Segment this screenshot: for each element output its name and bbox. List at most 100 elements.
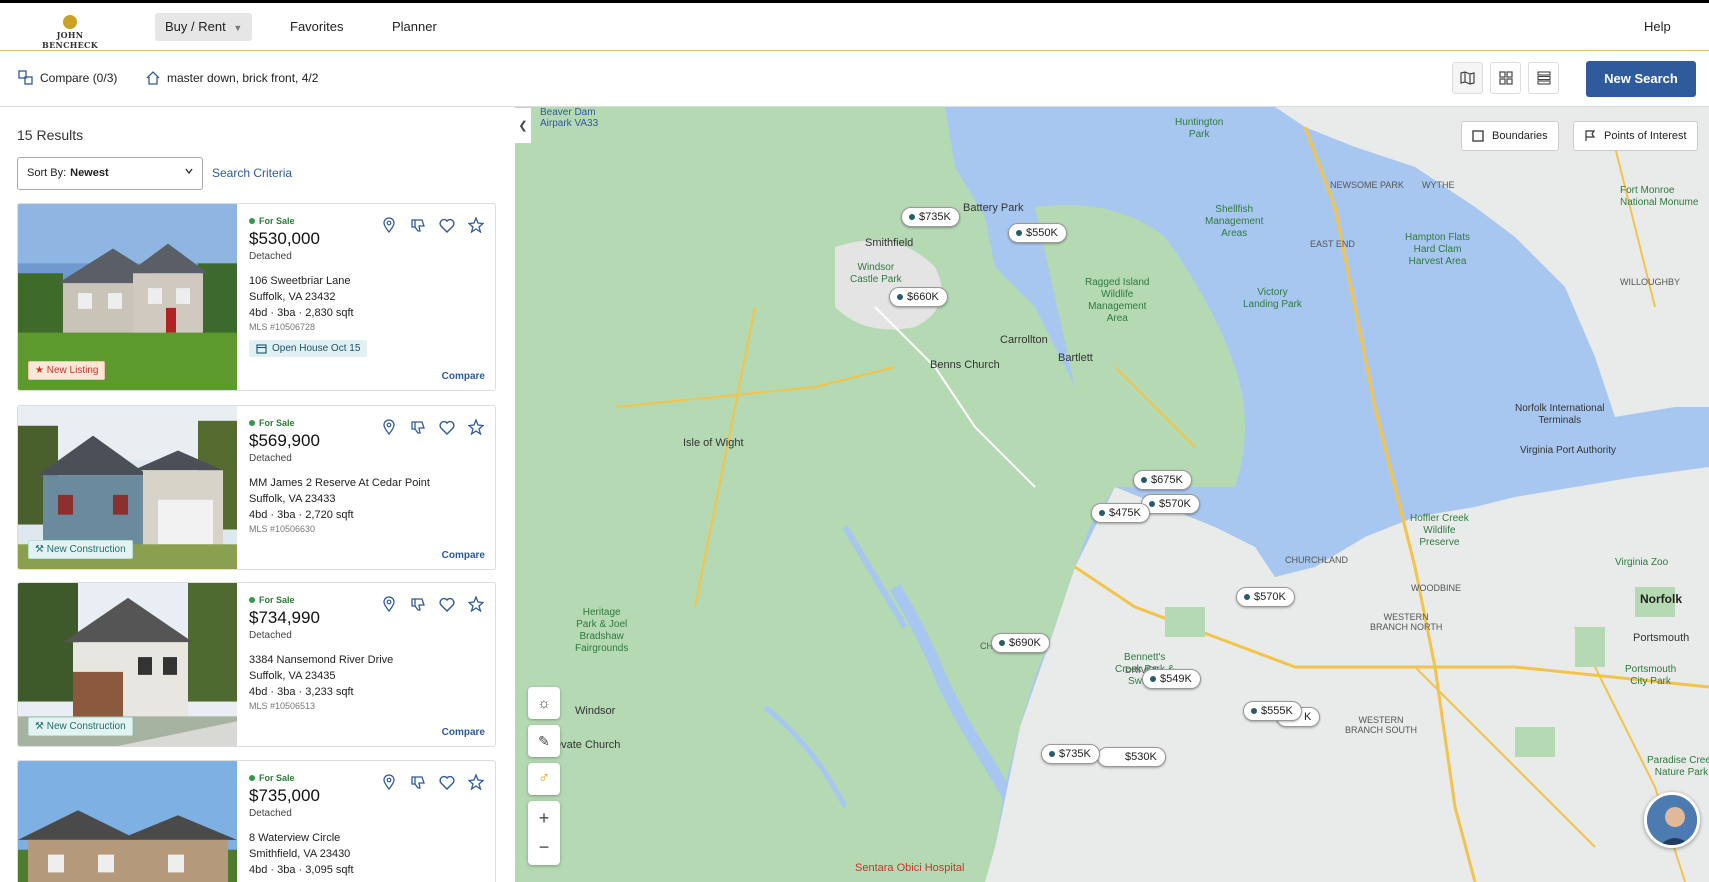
heart-icon[interactable] <box>438 418 456 436</box>
poi-label: Points of Interest <box>1604 130 1687 142</box>
sqft: 2,720 sqft <box>305 509 354 521</box>
status-dot-icon <box>249 775 255 781</box>
search-criteria-link[interactable]: Search Criteria <box>212 166 292 180</box>
listing-card[interactable]: ⚒ New Construction For Sale $734,990 Det… <box>17 582 496 747</box>
street-view-button[interactable]: ♂ <box>528 763 560 795</box>
open-house-badge[interactable]: Open House Oct 15 <box>249 340 368 357</box>
price-pin[interactable]: $735K <box>1041 744 1100 764</box>
price-pin[interactable]: $660K <box>889 287 948 307</box>
pin-price: $555K <box>1261 705 1293 717</box>
pin-dot-icon <box>1141 477 1147 483</box>
boundary-icon <box>1472 130 1484 142</box>
status-label: For Sale <box>259 418 295 428</box>
compare-link[interactable]: Compare <box>442 727 485 738</box>
address-line-2: Suffolk, VA 23433 <box>249 493 336 505</box>
price-pin[interactable]: $735K <box>901 207 960 227</box>
price-pin[interactable]: $475K <box>1091 503 1150 523</box>
thumbs-down-icon[interactable] <box>409 216 427 234</box>
zoom-out-button[interactable]: − <box>539 837 550 858</box>
price-pin[interactable]: $549K <box>1142 669 1201 689</box>
nav-help[interactable]: Help <box>1634 13 1681 41</box>
pin-price: $570K <box>1159 498 1191 510</box>
status-label: For Sale <box>259 216 295 226</box>
place-label: Virginia Port Authority <box>1520 445 1616 456</box>
nav-planner[interactable]: Planner <box>382 13 447 41</box>
hammer-icon: ⚒ <box>35 721 44 732</box>
heart-icon[interactable] <box>438 216 456 234</box>
nav-buy-rent[interactable]: Buy / Rent ▼ <box>155 13 253 41</box>
map-pin-icon[interactable] <box>380 773 398 791</box>
star-icon[interactable] <box>467 418 485 436</box>
new-search-button[interactable]: New Search <box>1586 61 1696 97</box>
zoom-in-button[interactable]: + <box>539 808 550 829</box>
compare-link[interactable]: Compare <box>442 371 485 382</box>
thumbs-down-icon[interactable] <box>409 595 427 613</box>
price-pin[interactable]: $570K <box>1236 587 1295 607</box>
listing-specs: 4bd · 3ba · 2,720 sqft <box>249 509 354 521</box>
results-count: 15 Results <box>17 127 84 143</box>
nav-favorites[interactable]: Favorites <box>280 13 353 41</box>
listing-address: MM James 2 Reserve At Cedar Point Suffolk… <box>249 475 489 507</box>
listing-address: 106 Sweetbriar Lane Suffolk, VA 23432 <box>249 273 489 305</box>
property-type: Detached <box>249 251 292 262</box>
map-panel[interactable]: ❮ Boundaries Points of Interest Smithfie… <box>515 107 1709 882</box>
beds: 4bd <box>249 307 268 319</box>
place-label: Battery Park <box>963 202 1024 214</box>
results-panel: 15 Results Sort By: Newest Search Criteri… <box>0 107 515 882</box>
star-icon[interactable] <box>467 216 485 234</box>
saved-search[interactable]: master down, brick front, 4/2 <box>145 70 318 86</box>
listing-actions <box>380 418 485 436</box>
pin-dot-icon <box>1099 510 1105 516</box>
pin-dot-icon <box>1251 708 1257 714</box>
map-view-button[interactable] <box>1452 62 1483 94</box>
thumbs-down-icon[interactable] <box>409 773 427 791</box>
heart-icon[interactable] <box>438 595 456 613</box>
listing-card[interactable]: ⚒ New Construction For Sale $569,900 Det… <box>17 405 496 570</box>
price-pin[interactable]: $555K <box>1243 701 1302 721</box>
draw-button[interactable]: ✎ <box>528 725 560 757</box>
flag-icon <box>1585 130 1596 141</box>
map-pin-icon[interactable] <box>380 216 398 234</box>
status-dot-icon <box>249 420 255 426</box>
zoom-control: + − <box>528 801 560 865</box>
price-pin[interactable]: $530K <box>1097 747 1166 767</box>
sort-select[interactable]: Sort By: Newest <box>17 157 203 190</box>
status-label: For Sale <box>259 595 295 605</box>
baths: 3ba <box>277 307 296 319</box>
property-type: Detached <box>249 808 292 819</box>
place-label: Hoffler Creek Wildlife Preserve <box>1410 513 1469 548</box>
price-pin[interactable]: $690K <box>991 633 1050 653</box>
listing-card[interactable]: For Sale $735,000 Detached 8 Waterview C… <box>17 760 496 882</box>
hammer-icon: ⚒ <box>35 544 44 555</box>
map-pin-icon[interactable] <box>380 418 398 436</box>
star-icon[interactable] <box>467 595 485 613</box>
badge-label: New Construction <box>46 544 126 555</box>
map-pin-icon[interactable] <box>380 595 398 613</box>
collapse-panel-button[interactable]: ❮ <box>515 107 532 144</box>
thumbs-down-icon[interactable] <box>409 418 427 436</box>
satellite-toggle-button[interactable]: ☼ <box>528 687 560 719</box>
star-icon[interactable] <box>467 773 485 791</box>
boundaries-button[interactable]: Boundaries <box>1461 121 1559 151</box>
sqft: 3,233 sqft <box>305 686 354 698</box>
place-label: Carrollton <box>1000 334 1048 346</box>
grid-view-button[interactable] <box>1490 62 1521 94</box>
points-of-interest-button[interactable]: Points of Interest <box>1573 121 1698 151</box>
place-label: Norfolk <box>1640 592 1682 606</box>
pin-dot-icon <box>999 640 1005 646</box>
listing-photo[interactable] <box>18 761 237 882</box>
agent-avatar[interactable] <box>1644 792 1700 848</box>
price-pin[interactable]: $550K <box>1008 223 1067 243</box>
place-label: Sentara Obici Hospital <box>855 862 965 874</box>
compare-link[interactable]: Compare <box>442 550 485 561</box>
listing-card[interactable]: ★ New Listing For Sale $530,000 Detached… <box>17 203 496 391</box>
new-listing-badge: ★ New Listing <box>28 361 106 380</box>
price-pin[interactable]: $675K <box>1133 470 1192 490</box>
pin-price: $675K <box>1151 474 1183 486</box>
list-view-button[interactable] <box>1528 62 1559 94</box>
heart-icon[interactable] <box>438 773 456 791</box>
compare-button[interactable]: Compare (0/3) <box>18 70 117 86</box>
brand-logo[interactable]: JOHN BENCHECK <box>30 15 110 50</box>
price-pin[interactable]: $570K <box>1141 494 1200 514</box>
place-label: NEWSOME PARK <box>1330 180 1404 190</box>
